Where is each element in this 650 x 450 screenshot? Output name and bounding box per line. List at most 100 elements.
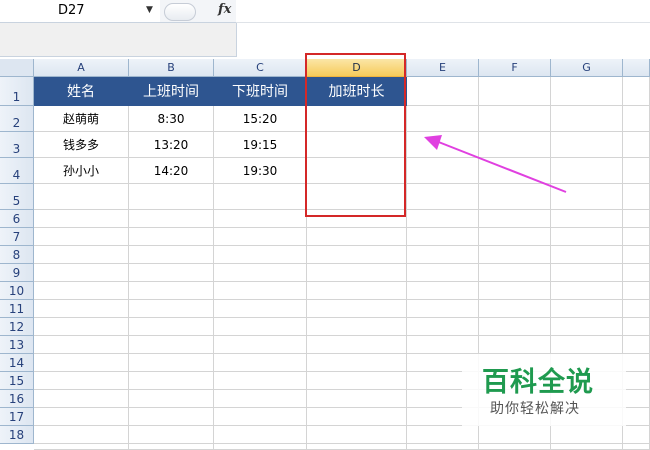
empty-cell[interactable] xyxy=(623,132,650,158)
table-cell[interactable] xyxy=(307,106,407,132)
empty-cell[interactable] xyxy=(623,372,650,390)
empty-cell[interactable] xyxy=(623,184,650,210)
empty-cell[interactable] xyxy=(407,106,479,132)
empty-cell[interactable] xyxy=(214,300,307,318)
empty-cell[interactable] xyxy=(551,264,623,282)
empty-cell[interactable] xyxy=(214,282,307,300)
empty-cell[interactable] xyxy=(479,282,551,300)
table-cell[interactable]: 19:15 xyxy=(214,132,307,158)
empty-cell[interactable] xyxy=(407,426,479,444)
empty-cell[interactable] xyxy=(34,228,129,246)
empty-cell[interactable] xyxy=(129,210,214,228)
empty-cell[interactable] xyxy=(479,246,551,264)
empty-cell[interactable] xyxy=(623,106,650,132)
empty-cell[interactable] xyxy=(214,228,307,246)
table-header-cell[interactable]: 姓名 xyxy=(34,77,129,106)
empty-cell[interactable] xyxy=(129,282,214,300)
empty-cell[interactable] xyxy=(129,228,214,246)
empty-cell[interactable] xyxy=(34,318,129,336)
empty-cell[interactable] xyxy=(34,210,129,228)
empty-cell[interactable] xyxy=(479,228,551,246)
empty-cell[interactable] xyxy=(551,300,623,318)
table-cell[interactable]: 8:30 xyxy=(129,106,214,132)
table-cell[interactable]: 15:20 xyxy=(214,106,307,132)
empty-cell[interactable] xyxy=(407,158,479,184)
empty-cell[interactable] xyxy=(129,390,214,408)
empty-cell[interactable] xyxy=(307,318,407,336)
empty-cell[interactable] xyxy=(307,444,407,450)
table-cell[interactable]: 19:30 xyxy=(214,158,307,184)
empty-cell[interactable] xyxy=(479,444,551,450)
empty-cell[interactable] xyxy=(623,282,650,300)
empty-cell[interactable] xyxy=(307,354,407,372)
empty-cell[interactable] xyxy=(34,408,129,426)
empty-cell[interactable] xyxy=(479,210,551,228)
empty-cell[interactable] xyxy=(407,282,479,300)
empty-cell[interactable] xyxy=(407,228,479,246)
empty-cell[interactable] xyxy=(129,354,214,372)
empty-cell[interactable] xyxy=(214,246,307,264)
empty-cell[interactable] xyxy=(623,426,650,444)
empty-cell[interactable] xyxy=(34,354,129,372)
empty-cell[interactable] xyxy=(623,318,650,336)
empty-cell[interactable] xyxy=(551,184,623,210)
empty-cell[interactable] xyxy=(214,318,307,336)
table-cell[interactable]: 14:20 xyxy=(129,158,214,184)
empty-cell[interactable] xyxy=(551,318,623,336)
empty-cell[interactable] xyxy=(479,264,551,282)
empty-cell[interactable] xyxy=(551,426,623,444)
table-cell[interactable]: 赵萌萌 xyxy=(34,106,129,132)
empty-cell[interactable] xyxy=(129,300,214,318)
empty-cell[interactable] xyxy=(34,184,129,210)
empty-cell[interactable] xyxy=(551,282,623,300)
empty-cell[interactable] xyxy=(214,426,307,444)
empty-cell[interactable] xyxy=(407,300,479,318)
empty-cell[interactable] xyxy=(551,210,623,228)
table-cell[interactable]: 钱多多 xyxy=(34,132,129,158)
empty-cell[interactable] xyxy=(307,246,407,264)
empty-cell[interactable] xyxy=(407,77,479,106)
empty-cell[interactable] xyxy=(479,426,551,444)
table-cell[interactable] xyxy=(307,158,407,184)
empty-cell[interactable] xyxy=(479,106,551,132)
empty-cell[interactable] xyxy=(307,210,407,228)
empty-cell[interactable] xyxy=(307,390,407,408)
empty-cell[interactable] xyxy=(479,184,551,210)
empty-cell[interactable] xyxy=(129,246,214,264)
empty-cell[interactable] xyxy=(34,444,129,450)
empty-cell[interactable] xyxy=(214,408,307,426)
empty-cell[interactable] xyxy=(129,372,214,390)
empty-cell[interactable] xyxy=(407,210,479,228)
empty-cell[interactable] xyxy=(307,184,407,210)
empty-cell[interactable] xyxy=(479,77,551,106)
empty-cell[interactable] xyxy=(129,184,214,210)
empty-cell[interactable] xyxy=(214,336,307,354)
empty-cell[interactable] xyxy=(623,158,650,184)
empty-cell[interactable] xyxy=(129,318,214,336)
empty-cell[interactable] xyxy=(479,336,551,354)
empty-cell[interactable] xyxy=(129,408,214,426)
empty-cell[interactable] xyxy=(129,444,214,450)
empty-cell[interactable] xyxy=(551,132,623,158)
empty-cell[interactable] xyxy=(623,390,650,408)
empty-cell[interactable] xyxy=(407,184,479,210)
table-cell[interactable]: 孙小小 xyxy=(34,158,129,184)
empty-cell[interactable] xyxy=(551,77,623,106)
empty-cell[interactable] xyxy=(407,264,479,282)
empty-cell[interactable] xyxy=(307,372,407,390)
empty-cell[interactable] xyxy=(407,246,479,264)
empty-cell[interactable] xyxy=(623,264,650,282)
empty-cell[interactable] xyxy=(479,318,551,336)
empty-cell[interactable] xyxy=(307,336,407,354)
empty-cell[interactable] xyxy=(407,444,479,450)
empty-cell[interactable] xyxy=(34,264,129,282)
empty-cell[interactable] xyxy=(307,228,407,246)
empty-cell[interactable] xyxy=(214,444,307,450)
empty-cell[interactable] xyxy=(479,132,551,158)
table-cell[interactable]: 13:20 xyxy=(129,132,214,158)
empty-cell[interactable] xyxy=(479,158,551,184)
empty-cell[interactable] xyxy=(623,246,650,264)
empty-cell[interactable] xyxy=(214,390,307,408)
empty-cell[interactable] xyxy=(623,210,650,228)
empty-cell[interactable] xyxy=(623,228,650,246)
